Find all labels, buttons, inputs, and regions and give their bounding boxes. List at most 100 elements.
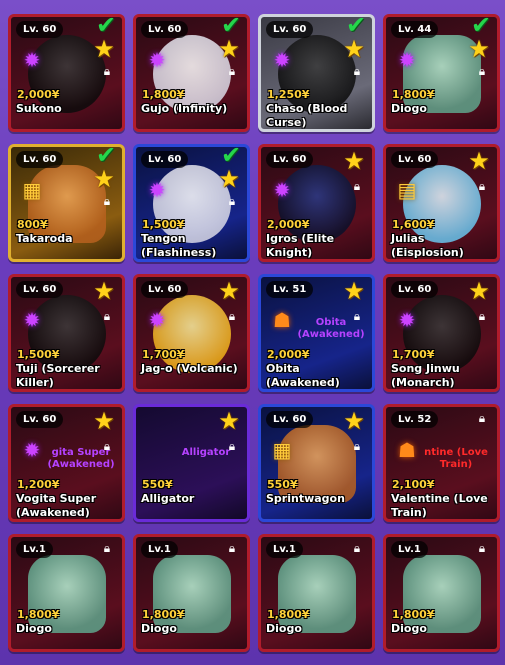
lock-icon[interactable]: 🔒︎ (100, 541, 114, 555)
level-badge: Lv. 60 (391, 281, 439, 298)
element-icon: ✹ (398, 308, 416, 332)
unit-price: 2,000¥ (267, 348, 310, 361)
star-icon[interactable]: ★ (217, 37, 241, 61)
star-icon[interactable]: ★ (342, 37, 366, 61)
unit-card[interactable]: Lv. 60 ✹ ★ 🔒︎ 2,000¥ Igros (Elite Knight) (258, 144, 375, 262)
level-badge: Lv.1 (16, 541, 53, 558)
unit-price: 2,000¥ (267, 218, 310, 231)
unit-card[interactable]: Lv. 60 ▤ ★ 🔒︎ 1,600¥ Julias (Eisplosion) (383, 144, 500, 262)
lock-icon[interactable]: 🔒︎ (225, 194, 239, 208)
unit-price: 550¥ (267, 478, 298, 491)
element-icon: ▤ (397, 178, 417, 202)
unit-name: Sukono (16, 102, 62, 115)
lock-icon[interactable]: 🔒︎ (475, 541, 489, 555)
lock-icon[interactable]: 🔒︎ (350, 64, 364, 78)
star-icon[interactable]: ★ (92, 279, 116, 303)
element-icon: ✹ (148, 308, 166, 332)
level-badge: Lv. 60 (16, 281, 64, 298)
lock-icon[interactable]: 🔒︎ (225, 64, 239, 78)
unit-name: Obita (Awakened) (266, 362, 340, 389)
unit-card[interactable]: Lv. 44 ✹ ✔ ★ 🔒︎ 1,800¥ Diogo (383, 14, 500, 132)
unit-name: Tengon (Flashiness) (141, 232, 217, 259)
unit-card[interactable]: Lv. 60 ✹ ★ 🔒︎ 1,700¥ Song Jinwu (Monarch) (383, 274, 500, 392)
unit-price: 1,800¥ (142, 608, 185, 621)
portrait-caption: ntine (Love Train) (424, 447, 488, 470)
level-badge: Lv. 60 (16, 21, 64, 38)
level-badge: Lv. 60 (141, 21, 189, 38)
unit-price: 1,800¥ (142, 88, 185, 101)
checkmark-icon: ✔ (220, 14, 242, 39)
lock-icon[interactable]: 🔒︎ (225, 309, 239, 323)
unit-card[interactable]: Lv. 60 ✹ ✔ ★ 🔒︎ 2,000¥ Sukono (8, 14, 125, 132)
unit-price: 1,800¥ (17, 608, 60, 621)
unit-name: Gujo (Infinity) (141, 102, 228, 115)
unit-card[interactable]: Lv. 60 ✹ gita Super (Awakened) ★ 🔒︎ 1,200¥ Vog… (8, 404, 125, 522)
unit-price: 1,500¥ (17, 348, 60, 361)
unit-price: 1,800¥ (267, 608, 310, 621)
unit-card[interactable]: Lv.1 🔒︎ 1,800¥ Diogo (8, 534, 125, 652)
unit-card[interactable]: Lv. 60 ✹ ✔ ★ 🔒︎ 1,500¥ Tengon (Flashiness) (133, 144, 250, 262)
lock-icon[interactable]: 🔒︎ (100, 64, 114, 78)
lock-icon[interactable]: 🔒︎ (475, 179, 489, 193)
unit-card[interactable]: Lv. 51 ☗ Obita (Awakened) ★ 🔒︎ 2,000¥ Obita (A… (258, 274, 375, 392)
lock-icon[interactable]: 🔒︎ (350, 179, 364, 193)
star-icon[interactable]: ★ (92, 167, 116, 191)
element-icon: ✹ (148, 178, 166, 202)
lock-icon[interactable]: 🔒︎ (100, 439, 114, 453)
unit-card[interactable]: Lv.1 🔒︎ 1,800¥ Diogo (383, 534, 500, 652)
unit-card[interactable]: Lv. 60 ▦ ★ 🔒︎ 550¥ Sprintwagon (258, 404, 375, 522)
star-icon[interactable]: ★ (217, 279, 241, 303)
unit-card[interactable]: Alligator ★ 🔒︎ 550¥ Alligator (133, 404, 250, 522)
star-icon[interactable]: ★ (467, 279, 491, 303)
unit-price: 1,800¥ (392, 88, 435, 101)
element-icon: ✹ (148, 48, 166, 72)
unit-grid: Lv. 60 ✹ ✔ ★ 🔒︎ 2,000¥ Sukono Lv. 60 ✹ ✔ ★ 🔒︎ 1,800¥… (8, 14, 500, 652)
checkmark-icon: ✔ (470, 14, 492, 39)
star-icon[interactable]: ★ (92, 409, 116, 433)
lock-icon[interactable]: 🔒︎ (350, 309, 364, 323)
unit-name: Diogo (266, 622, 302, 635)
lock-icon[interactable]: 🔒︎ (225, 541, 239, 555)
level-badge: Lv. 60 (391, 151, 439, 168)
star-icon[interactable]: ★ (467, 37, 491, 61)
star-icon[interactable]: ★ (92, 37, 116, 61)
star-icon[interactable]: ★ (467, 149, 491, 173)
unit-name: Chaso (Blood Curse) (266, 102, 348, 129)
unit-name: Song Jinwu (Monarch) (391, 362, 460, 389)
star-icon[interactable]: ★ (342, 279, 366, 303)
unit-card[interactable]: Lv.1 🔒︎ 1,800¥ Diogo (258, 534, 375, 652)
unit-price: 800¥ (17, 218, 48, 231)
lock-icon[interactable]: 🔒︎ (225, 439, 239, 453)
unit-card[interactable]: Lv. 60 ✹ ★ 🔒︎ 1,500¥ Tuji (Sorcerer Killer) (8, 274, 125, 392)
lock-icon[interactable]: 🔒︎ (100, 309, 114, 323)
lock-icon[interactable]: 🔒︎ (350, 541, 364, 555)
unit-name: Valentine (Love Train) (391, 492, 488, 519)
unit-name: Julias (Eisplosion) (391, 232, 464, 259)
unit-card[interactable]: Lv.1 🔒︎ 1,800¥ Diogo (133, 534, 250, 652)
unit-name: Sprintwagon (266, 492, 345, 505)
star-icon[interactable]: ★ (217, 167, 241, 191)
lock-icon[interactable]: 🔒︎ (475, 411, 489, 425)
star-icon[interactable]: ★ (342, 149, 366, 173)
lock-icon[interactable]: 🔒︎ (475, 64, 489, 78)
star-icon[interactable]: ★ (217, 409, 241, 433)
unit-card[interactable]: Lv. 60 ✹ ★ 🔒︎ 1,700¥ Jag-o (Volcanic) (133, 274, 250, 392)
level-badge: Lv. 51 (266, 281, 314, 298)
star-icon[interactable]: ★ (342, 409, 366, 433)
unit-price: 1,500¥ (142, 218, 185, 231)
level-badge: Lv.1 (391, 541, 428, 558)
unit-price: 1,200¥ (17, 478, 60, 491)
element-icon: ✹ (23, 308, 41, 332)
lock-icon[interactable]: 🔒︎ (350, 439, 364, 453)
unit-card[interactable]: Lv. 60 ✹ ✔ ★ 🔒︎ 1,250¥ Chaso (Blood Curse) (258, 14, 375, 132)
lock-icon[interactable]: 🔒︎ (475, 309, 489, 323)
level-badge: Lv. 60 (266, 411, 314, 428)
unit-card[interactable]: Lv. 60 ✹ ✔ ★ 🔒︎ 1,800¥ Gujo (Infinity) (133, 14, 250, 132)
unit-name: Jag-o (Volcanic) (141, 362, 238, 375)
unit-name: Tuji (Sorcerer Killer) (16, 362, 100, 389)
unit-card[interactable]: Lv. 52 ☗ ntine (Love Train) 🔒︎ 2,100¥ Valenti… (383, 404, 500, 522)
lock-icon[interactable]: 🔒︎ (100, 194, 114, 208)
element-icon: ▦ (22, 178, 42, 202)
unit-card[interactable]: Lv. 60 ▦ ✔ ★ 🔒︎ 800¥ Takaroda (8, 144, 125, 262)
element-icon: ✹ (273, 178, 291, 202)
